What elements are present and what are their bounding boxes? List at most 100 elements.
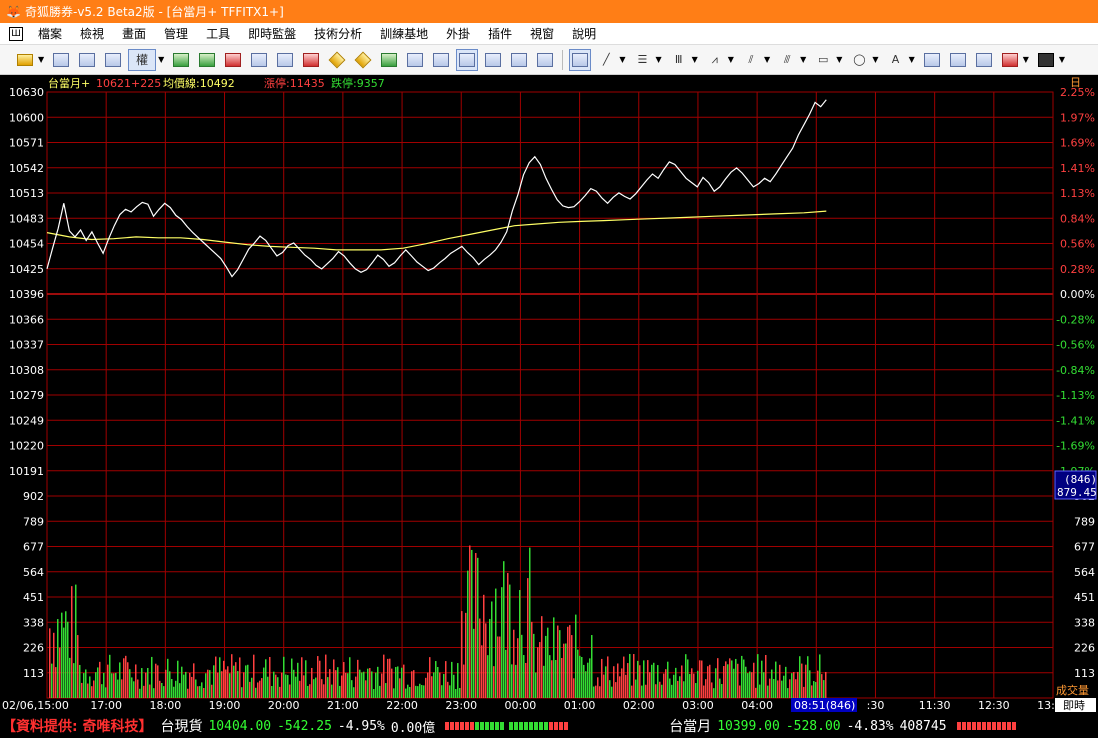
volume-bar xyxy=(725,661,727,698)
price-tick-label: 10571 xyxy=(9,137,44,150)
rectangle-icon[interactable]: ▭ xyxy=(812,49,834,71)
volume-bar xyxy=(341,675,343,698)
menu-screen[interactable]: 畫面 xyxy=(113,24,155,44)
limit-down-label: 跌停:9357 xyxy=(331,76,385,90)
warning-icon[interactable] xyxy=(352,49,374,71)
volume-bar xyxy=(405,688,407,698)
channel-dropdown-icon[interactable]: ▼ xyxy=(800,55,806,64)
color-grid-icon[interactable] xyxy=(999,49,1021,71)
volume-bar xyxy=(713,688,715,698)
volume-bar xyxy=(293,669,295,698)
copy-icon[interactable] xyxy=(248,49,270,71)
text-dropdown-icon[interactable]: ▼ xyxy=(909,55,915,64)
horizontal-dropdown-icon[interactable]: ▼ xyxy=(655,55,661,64)
volume-bar xyxy=(553,617,555,698)
menu-training[interactable]: 訓練基地 xyxy=(371,24,437,44)
chart-logo-icon[interactable]: Ш xyxy=(9,26,23,41)
volume-bar xyxy=(219,657,221,698)
open-folder-icon[interactable] xyxy=(14,49,36,71)
list-red-icon[interactable] xyxy=(222,49,244,71)
chart-red-icon[interactable] xyxy=(300,49,322,71)
volume-bar xyxy=(569,625,571,698)
intraday-chart[interactable]: 10630 2.25%10600 1.97%10571 1.69%10542 1.41%… xyxy=(0,76,1098,714)
table-icon[interactable] xyxy=(404,49,426,71)
eraser-icon[interactable] xyxy=(947,49,969,71)
volume-bar xyxy=(83,673,85,698)
volume-bar xyxy=(589,658,591,698)
volume-bar xyxy=(211,684,213,698)
menu-analysis[interactable]: 技術分析 xyxy=(305,24,371,44)
adjust-rights-button[interactable]: 權 xyxy=(128,48,157,71)
area-chart-icon[interactable] xyxy=(482,49,504,71)
volume-bar xyxy=(503,561,505,698)
volume-bar xyxy=(739,685,741,698)
fan-lines-icon[interactable]: ⩘ xyxy=(704,49,726,71)
window-icon[interactable] xyxy=(102,49,124,71)
trend-line-icon[interactable]: ╱ xyxy=(595,49,617,71)
menu-window[interactable]: 視窗 xyxy=(521,24,563,44)
ellipse-icon[interactable]: ◯ xyxy=(848,49,870,71)
erase-icon[interactable] xyxy=(921,49,943,71)
volume-bar xyxy=(299,680,301,698)
price-tick-label: 10630 xyxy=(9,86,44,99)
note-icon[interactable] xyxy=(973,49,995,71)
period-badge[interactable]: 日 xyxy=(1070,76,1081,89)
volume-bar xyxy=(799,656,801,698)
document-icon[interactable] xyxy=(274,49,296,71)
color-dropdown-icon[interactable]: ▼ xyxy=(1023,55,1029,64)
vertical-lines-icon[interactable]: Ⅲ xyxy=(668,49,690,71)
volume-bar xyxy=(797,671,799,698)
menu-help[interactable]: 說明 xyxy=(563,24,605,44)
pencil-icon[interactable] xyxy=(326,49,348,71)
volume-bar xyxy=(187,688,189,698)
menu-file[interactable]: 檔案 xyxy=(29,24,71,44)
ellipse-dropdown-icon[interactable]: ▼ xyxy=(872,55,878,64)
channel-icon[interactable]: ⫻ xyxy=(776,49,798,71)
open-dropdown-icon[interactable]: ▼ xyxy=(38,55,44,64)
book-icon[interactable] xyxy=(430,49,452,71)
fan-dropdown-icon[interactable]: ▼ xyxy=(728,55,734,64)
menu-manage[interactable]: 管理 xyxy=(155,24,197,44)
export-icon[interactable] xyxy=(378,49,400,71)
menu-tools[interactable]: 工具 xyxy=(197,24,239,44)
volume-bar xyxy=(477,557,479,698)
parallel-dropdown-icon[interactable]: ▼ xyxy=(764,55,770,64)
volume-bar xyxy=(217,672,219,698)
layout-icon[interactable] xyxy=(50,49,72,71)
grid-green-icon[interactable] xyxy=(170,49,192,71)
draw-select-icon[interactable] xyxy=(569,48,592,71)
price-tick-label: 10600 xyxy=(9,111,44,124)
parallel-lines-icon[interactable]: ⫽ xyxy=(740,49,762,71)
menu-plugins[interactable]: 插件 xyxy=(479,24,521,44)
volume-bar xyxy=(541,616,543,698)
volume-bar xyxy=(459,688,461,698)
trend-dropdown-icon[interactable]: ▼ xyxy=(619,55,625,64)
save-icon[interactable] xyxy=(1035,49,1057,71)
text-tool-icon[interactable]: A xyxy=(885,49,907,71)
multi-window-icon[interactable] xyxy=(508,49,530,71)
volume-bar xyxy=(163,686,165,698)
horizontal-line-icon[interactable]: ☰ xyxy=(631,49,653,71)
vertical-dropdown-icon[interactable]: ▼ xyxy=(692,55,698,64)
time-tick-label: 18:00 xyxy=(150,699,182,712)
menu-view[interactable]: 檢視 xyxy=(71,24,113,44)
toolbar: ▼ 權 ▼ ╱ ▼ ☰ ▼ Ⅲ ▼ ⩘ ▼ ⫽ ▼ ⫻ ▼ ▭ ▼ ◯ ▼ A … xyxy=(0,45,1098,75)
menu-monitor[interactable]: 即時監盤 xyxy=(239,24,305,44)
settings-chart-icon[interactable] xyxy=(534,49,556,71)
grid-green2-icon[interactable] xyxy=(196,49,218,71)
volume-bar xyxy=(101,684,103,698)
data-provider: 【資料提供: 奇唯科技】 xyxy=(2,719,153,735)
move-icon[interactable] xyxy=(76,49,98,71)
adjust-dropdown-icon[interactable]: ▼ xyxy=(158,55,164,64)
save-dropdown-icon[interactable]: ▼ xyxy=(1059,55,1065,64)
rectangle-dropdown-icon[interactable]: ▼ xyxy=(836,55,842,64)
volume-bar xyxy=(657,665,659,698)
volume-bar xyxy=(763,672,765,698)
futures-change: -528.00 xyxy=(785,718,841,734)
volume-bar xyxy=(817,670,819,698)
chart-area[interactable]: 10630 2.25% 10600 1.97% 10571 1.69% 10542 1.41%… xyxy=(0,76,1098,714)
line-chart-icon[interactable] xyxy=(456,48,479,71)
time-mode-label[interactable]: 即時 xyxy=(1063,699,1085,712)
menu-addons[interactable]: 外掛 xyxy=(437,24,479,44)
volume-bar xyxy=(601,658,603,698)
